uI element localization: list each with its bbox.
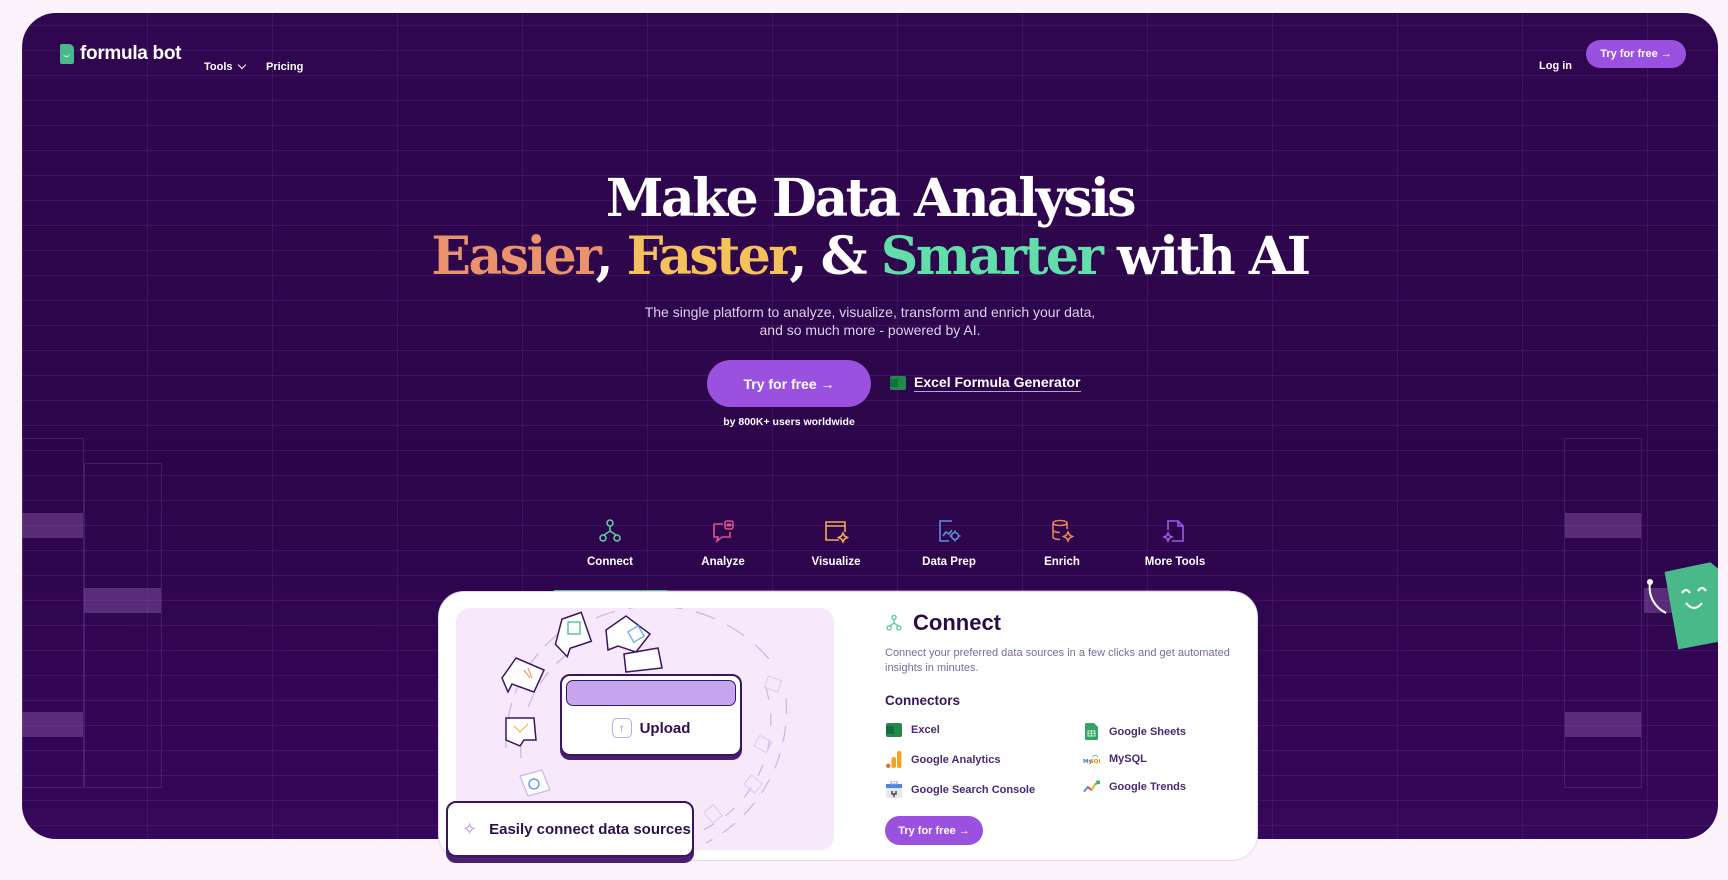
google-analytics-icon — [885, 751, 902, 768]
highlighted-cell — [22, 712, 83, 737]
headline-word-smarter: Smarter — [880, 226, 1104, 287]
excel-formula-generator-label: Excel Formula Generator — [914, 374, 1081, 392]
connector-google-analytics[interactable]: Google Analytics — [885, 751, 1000, 768]
connectors-list: Excel Google Sheets Google Analytics My … — [885, 717, 1245, 807]
connector-label: Excel — [911, 723, 940, 736]
headline-line-1: Make Data Analysis — [605, 168, 1137, 229]
nav-pricing-link[interactable]: Pricing — [266, 61, 303, 73]
chevron-down-icon — [237, 60, 246, 70]
comma: , — [595, 226, 627, 287]
login-link[interactable]: Log in — [1539, 60, 1572, 72]
tab-connect[interactable]: Connect — [554, 518, 666, 568]
smiling-sheet-icon — [60, 44, 74, 64]
doc-chart-gear-icon — [939, 520, 961, 542]
users-count-note: by 800K+ users worldwide — [723, 416, 855, 428]
tab-label: Data Prep — [922, 556, 976, 568]
google-search-console-icon — [885, 781, 902, 798]
upload-widget[interactable]: ↑ Upload — [560, 674, 742, 756]
upload-arrow-icon: ↑ — [611, 718, 632, 738]
upload-button[interactable]: ↑ Upload — [562, 718, 740, 738]
tab-data-prep[interactable]: Data Prep — [893, 518, 1005, 568]
tab-more-tools[interactable]: More Tools — [1119, 518, 1231, 568]
upload-label: Upload — [639, 719, 691, 737]
hero-subtitle: The single platform to analyze, visualiz… — [22, 303, 1718, 339]
connector-label: Google Analytics — [911, 753, 1001, 766]
connector-excel[interactable]: Excel — [885, 721, 940, 738]
headline-word-easier: Easier — [431, 226, 598, 287]
tab-label: Connect — [587, 556, 633, 568]
page: formula bot Tools Pricing Log in Try for… — [0, 0, 1728, 880]
tab-label: More Tools — [1144, 556, 1206, 568]
excel-icon — [885, 721, 902, 738]
database-sparkle-icon — [1052, 519, 1075, 543]
excel-formula-generator-link[interactable]: Excel Formula Generator — [890, 374, 1081, 392]
connect-nodes-icon — [886, 614, 902, 631]
highlighted-cell — [84, 588, 161, 613]
panel-title-text: Connect — [913, 610, 1001, 635]
nav-tools-label: Tools — [204, 61, 233, 73]
tab-label: Analyze — [701, 556, 745, 568]
brand-name: formula bot — [80, 43, 182, 64]
nav-try-free-button[interactable]: Try for free → — [1586, 40, 1686, 68]
panel-try-free-button[interactable]: Try for free → — [885, 816, 983, 845]
connector-google-sheets[interactable]: Google Sheets — [1083, 723, 1186, 740]
connector-google-search-console[interactable]: Google Search Console — [885, 781, 1035, 798]
google-trends-icon — [1083, 778, 1100, 795]
file-sparkle-icon — [1162, 520, 1184, 543]
hero-try-free-button[interactable]: Try for free → — [707, 360, 871, 407]
nav-tools-menu[interactable]: Tools — [204, 60, 246, 73]
upload-progress-bar — [566, 680, 736, 706]
comma: , — [789, 226, 821, 287]
headline-line-2: Easier, Faster, & Smarter with AI — [22, 226, 1718, 287]
tab-analyze[interactable]: Analyze — [667, 518, 779, 568]
mysql-icon: MySQL — [1083, 750, 1100, 767]
badge-text: Easily connect data sources — [489, 820, 691, 838]
connectors-heading: Connectors — [885, 693, 961, 708]
window-sparkle-icon — [825, 521, 849, 544]
headline-with-ai: with AI — [1116, 226, 1311, 287]
tab-label: Enrich — [1044, 556, 1080, 568]
panel-description: Connect your preferred data sources in a… — [885, 647, 1230, 674]
connector-mysql[interactable]: MySQL MySQL — [1083, 750, 1147, 767]
panel-info: Connect Connect your preferred data sour… — [885, 610, 1245, 807]
sparkle-icon: ✧ — [462, 818, 478, 839]
svg-text:SQL: SQL — [1090, 758, 1100, 764]
subtitle-line-1: The single platform to analyze, visualiz… — [644, 304, 1096, 320]
connector-google-trends[interactable]: Google Trends — [1083, 778, 1186, 795]
google-sheets-icon — [1083, 723, 1100, 740]
tab-label: Visualize — [811, 556, 861, 568]
feature-tabs: Connect Analyze Visualize Data Prep Enri… — [554, 518, 1230, 593]
connector-label: MySQL — [1109, 752, 1147, 765]
tab-enrich[interactable]: Enrich — [1006, 518, 1118, 568]
connector-label: Google Search Console — [911, 783, 1036, 796]
grid-decoration — [84, 463, 162, 788]
connector-label: Google Trends — [1109, 780, 1187, 793]
tab-visualize[interactable]: Visualize — [780, 518, 892, 568]
panel-title: Connect — [885, 610, 1245, 636]
headline-ampersand: & — [820, 226, 868, 287]
headline-word-faster: Faster — [626, 226, 792, 287]
highlighted-cell — [22, 513, 83, 538]
logo[interactable]: formula bot — [60, 43, 182, 65]
highlighted-cell — [1565, 712, 1641, 737]
top-nav: formula bot Tools Pricing Log in Try for… — [22, 13, 1718, 93]
highlighted-cell — [1565, 513, 1641, 538]
chat-bot-icon — [713, 520, 734, 544]
feature-badge: ✧ Easily connect data sources — [446, 801, 694, 857]
connect-nodes-icon — [599, 519, 621, 542]
subtitle-line-2: and so much more - powered by AI. — [759, 322, 981, 338]
smiling-sheet-mascot-icon — [1647, 562, 1718, 650]
connector-label: Google Sheets — [1109, 725, 1187, 738]
excel-icon — [890, 376, 906, 390]
